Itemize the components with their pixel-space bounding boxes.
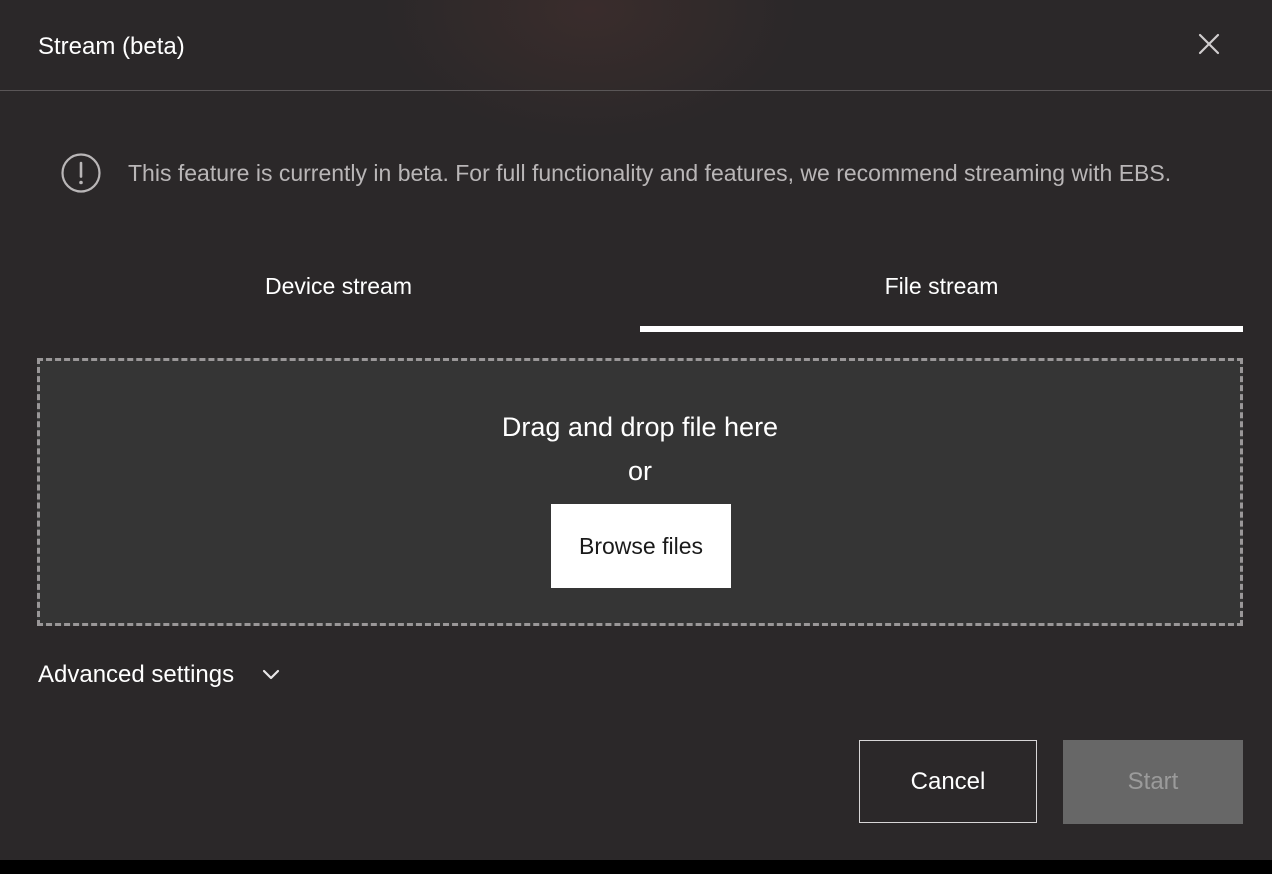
close-icon <box>1198 33 1220 55</box>
file-dropzone[interactable]: Drag and drop file here or Browse files <box>37 358 1243 626</box>
dialog-header: Stream (beta) <box>0 0 1272 91</box>
start-button: Start <box>1063 740 1243 824</box>
beta-notice-text: This feature is currently in beta. For f… <box>128 159 1172 186</box>
dropzone-instructions: Drag and drop file here or <box>40 405 1240 493</box>
stream-tabs: Device stream File stream <box>37 258 1243 332</box>
close-button[interactable] <box>1192 27 1226 61</box>
tab-device-stream[interactable]: Device stream <box>37 258 640 332</box>
browse-files-button[interactable]: Browse files <box>551 504 731 588</box>
tab-file-stream[interactable]: File stream <box>640 258 1243 332</box>
dropzone-line-2: or <box>627 456 652 486</box>
advanced-settings-label: Advanced settings <box>38 661 235 688</box>
dialog-title: Stream (beta) <box>38 33 185 60</box>
cancel-button[interactable]: Cancel <box>859 740 1037 823</box>
dropzone-line-1: Drag and drop file here <box>501 412 779 442</box>
info-exclamation-icon <box>60 152 102 194</box>
stream-dialog: Stream (beta) This feature is currently … <box>0 0 1272 860</box>
advanced-settings-toggle[interactable]: Advanced settings <box>38 656 282 694</box>
chevron-down-icon <box>260 664 282 686</box>
beta-notice: This feature is currently in beta. For f… <box>60 150 1171 196</box>
